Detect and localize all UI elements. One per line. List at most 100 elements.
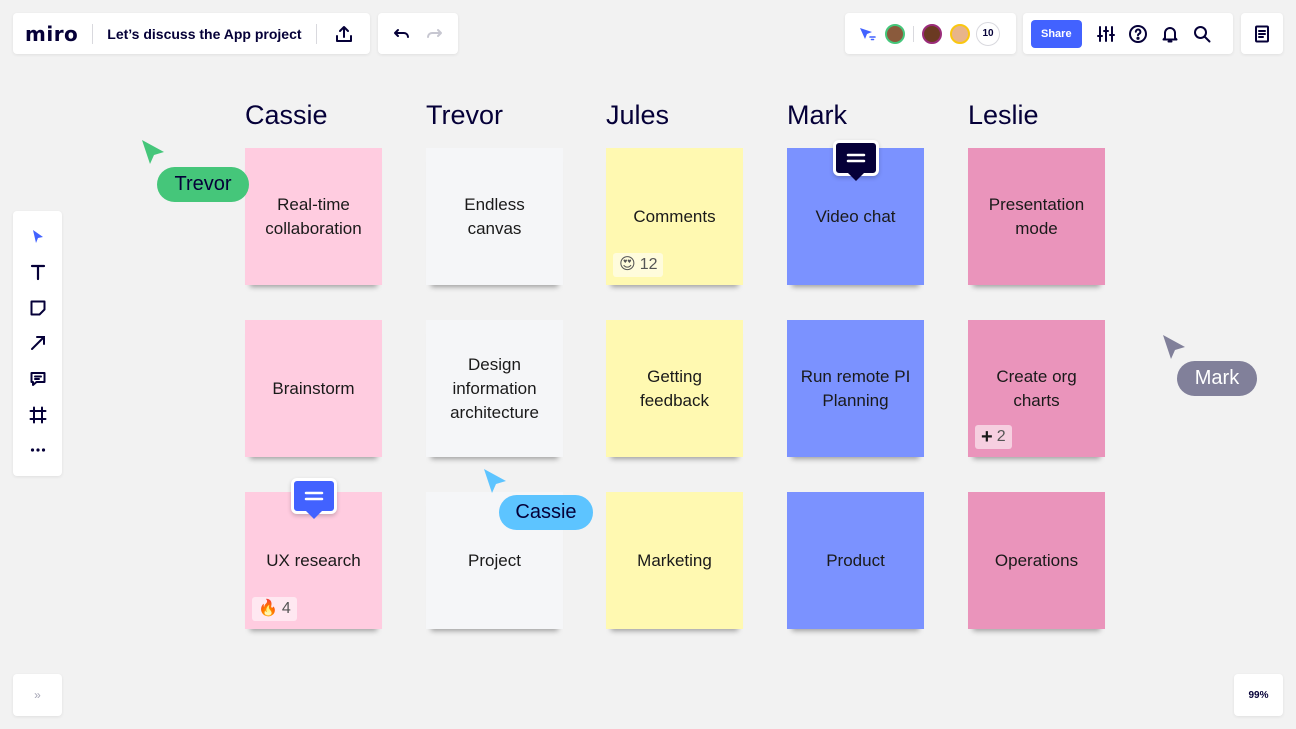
bell-icon: [1162, 26, 1178, 42]
left-toolbar: [13, 211, 62, 476]
undo-redo-panel: [378, 13, 458, 54]
column-header-trevor[interactable]: Trevor: [426, 100, 503, 131]
help-icon: [1128, 24, 1147, 43]
notes-button[interactable]: [1248, 20, 1276, 48]
sticky-note-text: Real-time collaboration: [265, 194, 362, 238]
video-chat-comment-pin[interactable]: [833, 140, 879, 181]
column-header-mark[interactable]: Mark: [787, 100, 847, 131]
sticky-note-text: Create org charts: [996, 366, 1077, 410]
sticky-note-text: Comments: [633, 206, 716, 226]
cassie-cursor-label: Cassie: [499, 495, 593, 530]
sticky-note[interactable]: Brainstorm: [245, 320, 382, 457]
sticky-note-text: Getting feedback: [640, 366, 709, 410]
undo-icon: [394, 28, 409, 38]
expand-chevrons-icon: »: [34, 688, 41, 702]
sticky-note[interactable]: Comments 😍 12: [606, 148, 743, 285]
search-icon: [1193, 25, 1211, 42]
avatar[interactable]: [920, 21, 944, 46]
reaction-count: 2: [996, 428, 1006, 445]
redo-button[interactable]: [420, 20, 448, 48]
avatar[interactable]: [883, 21, 907, 46]
comment-lines-icon: [846, 153, 866, 163]
share-button[interactable]: Share: [1031, 19, 1082, 48]
mark-cursor-icon: [1163, 335, 1185, 359]
sticky-note[interactable]: Product: [787, 492, 924, 629]
expand-panel[interactable]: »: [13, 674, 62, 716]
zoom-panel[interactable]: 99%: [1234, 674, 1283, 716]
sticky-note-tool[interactable]: [24, 294, 52, 322]
sticky-note[interactable]: Presentation mode: [968, 148, 1105, 285]
frame-tool[interactable]: [24, 401, 52, 429]
sticky-note[interactable]: Endless canvas: [426, 148, 563, 285]
comment-tool[interactable]: [24, 365, 52, 393]
undo-button[interactable]: [388, 20, 416, 48]
more-icon: [30, 448, 45, 452]
more-tools-button[interactable]: [24, 436, 52, 464]
upload-icon: [336, 25, 353, 42]
sticky-note[interactable]: Run remote PI Planning: [787, 320, 924, 457]
export-button[interactable]: [331, 20, 358, 48]
comment-pointer: [848, 173, 864, 181]
reaction-badge[interactable]: 😍 12: [613, 253, 664, 277]
trevor-cursor-icon: [142, 140, 164, 164]
line-tool[interactable]: [24, 329, 52, 357]
reaction-badge[interactable]: + 2: [975, 425, 1012, 449]
search-button[interactable]: [1188, 20, 1216, 48]
fire-icon: 🔥: [258, 600, 278, 617]
column-header-jules[interactable]: Jules: [606, 100, 669, 131]
cursor-filter-button[interactable]: [855, 20, 879, 48]
frame-icon: [29, 406, 46, 424]
sticky-note[interactable]: Getting feedback: [606, 320, 743, 457]
collaborator-count[interactable]: 10: [976, 21, 1000, 46]
sticky-note[interactable]: Operations: [968, 492, 1105, 629]
select-tool[interactable]: [24, 223, 52, 251]
divider: [92, 23, 94, 44]
comment-lines-icon: [304, 491, 324, 501]
redo-icon: [427, 28, 442, 38]
column-header-cassie[interactable]: Cassie: [245, 100, 328, 131]
text-tool[interactable]: [24, 258, 52, 286]
sticky-note-text: Video chat: [815, 206, 896, 226]
heart-eyes-icon: 😍: [619, 256, 636, 273]
sticky-note-icon: [30, 300, 45, 316]
zoom-level: 99%: [1248, 689, 1269, 701]
reaction-count: 12: [639, 256, 658, 273]
board-title-panel: miro Let’s discuss the App project: [13, 13, 370, 54]
sticky-note-text: Presentation mode: [988, 194, 1085, 238]
avatar-face: [952, 25, 968, 42]
sticky-note[interactable]: Create org charts + 2: [968, 320, 1105, 457]
help-button[interactable]: [1124, 20, 1152, 48]
sticky-note-text: Endless canvas: [464, 194, 525, 238]
mark-cursor-label: Mark: [1177, 361, 1257, 396]
notifications-button[interactable]: [1156, 20, 1184, 48]
cursor-name: Cassie: [515, 501, 577, 523]
sticky-note-text: Marketing: [637, 550, 712, 570]
sticky-note[interactable]: Design information architecture: [426, 320, 563, 457]
sticky-note-text: Product: [826, 550, 885, 570]
sticky-note-text: Project: [468, 550, 521, 570]
board-title[interactable]: Let’s discuss the App project: [107, 26, 301, 42]
board-notes-panel: [1241, 13, 1283, 54]
comment-pointer: [306, 511, 322, 519]
column-header-leslie[interactable]: Leslie: [968, 100, 1039, 131]
arrow-line-icon: [30, 336, 45, 351]
divider: [315, 23, 317, 44]
cursor-filter-icon: [860, 27, 876, 40]
plus-icon: +: [981, 426, 993, 448]
sticky-note[interactable]: Real-time collaboration: [245, 148, 382, 285]
avatar-face: [887, 25, 903, 42]
avatar-face: [924, 25, 940, 42]
reaction-badge[interactable]: 🔥 4: [252, 597, 297, 621]
avatar[interactable]: [948, 21, 972, 46]
sticky-note[interactable]: Marketing: [606, 492, 743, 629]
sticky-note-text: Design information architecture: [450, 354, 539, 422]
settings-button[interactable]: [1092, 20, 1120, 48]
sticky-note-text: UX research: [266, 550, 361, 570]
cursor-name: Trevor: [174, 173, 232, 195]
ux-research-comment-pin[interactable]: [291, 478, 337, 519]
miro-logo[interactable]: miro: [25, 22, 78, 46]
sticky-note-text: Brainstorm: [272, 378, 355, 398]
text-icon: [30, 265, 45, 281]
sticky-note-text: Run remote PI Planning: [800, 366, 911, 410]
cursor-name: Mark: [1194, 367, 1240, 389]
